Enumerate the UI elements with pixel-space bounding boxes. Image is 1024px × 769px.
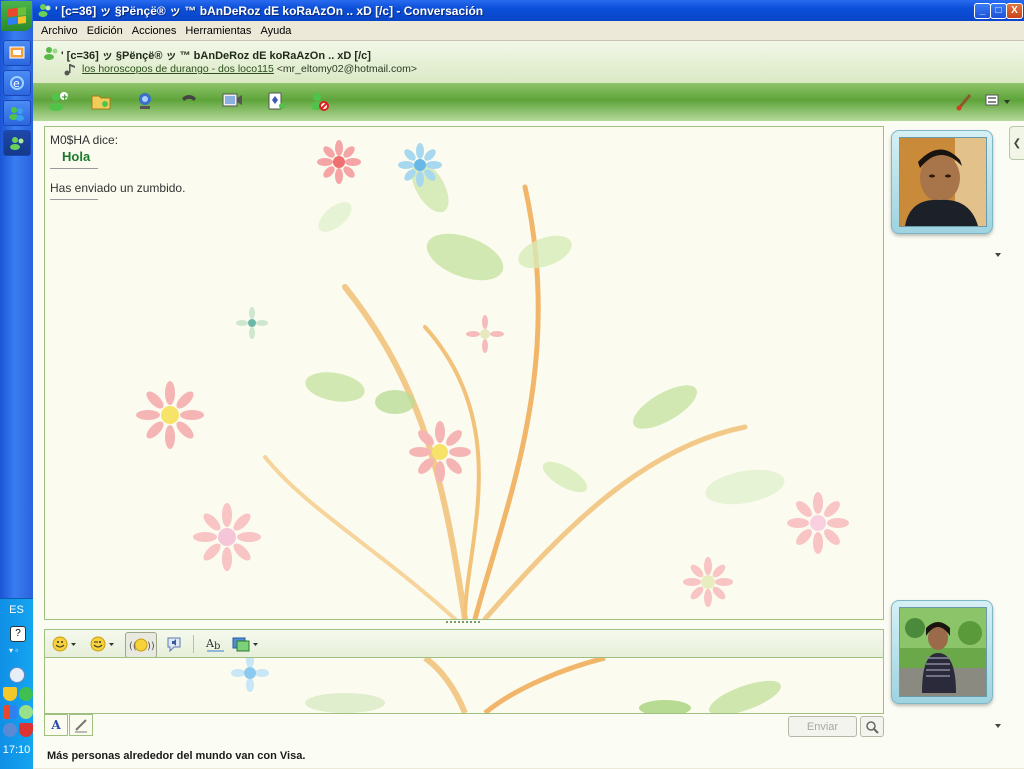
contact-email: <mr_eltomy02@hotmail.com> — [276, 63, 417, 75]
user-avatar-menu-icon[interactable] — [995, 724, 1001, 728]
splitter-handle[interactable] — [446, 621, 480, 623]
chevron-left-icon: ❮ — [1012, 137, 1022, 149]
invite-contact-icon[interactable]: + — [46, 89, 70, 113]
user-photo — [899, 607, 987, 697]
contact-subline: los horoscopos de durango - dos loco115 … — [82, 63, 417, 75]
floral-background — [136, 140, 849, 619]
taskbar-conversation-button[interactable] — [3, 130, 31, 156]
collapse-panel-button[interactable]: ❮ — [1009, 126, 1024, 160]
conversation-window: ' [c=36] ッ §Pënçë® ッ ™ bAnDeRoz dE koRaA… — [33, 0, 1024, 768]
volume-icon[interactable] — [3, 723, 17, 737]
toolbar: + — [33, 83, 1024, 121]
user-avatar[interactable] — [891, 600, 993, 704]
system-tray: ES ? ▾ ▫ 17:10 — [0, 598, 33, 769]
start-button[interactable] — [1, 1, 32, 31]
svg-text:+: + — [61, 93, 69, 103]
contact-status-icon — [44, 47, 58, 60]
menu-herramientas[interactable]: Herramientas — [185, 25, 251, 37]
network-icon[interactable] — [19, 705, 33, 719]
search-button[interactable] — [860, 716, 884, 737]
video-call-icon[interactable] — [133, 89, 157, 113]
messenger-icon — [38, 4, 51, 17]
contact-avatar-menu-icon[interactable] — [995, 253, 1001, 257]
security-shield-icon[interactable] — [3, 687, 17, 701]
games-icon[interactable] — [264, 89, 288, 113]
message-separator — [50, 199, 98, 200]
menu-edicion[interactable]: Edición — [87, 25, 123, 37]
menu-ayuda[interactable]: Ayuda — [260, 25, 291, 37]
system-message: Has enviado un zumbido. — [50, 181, 186, 195]
spellcheck-icon[interactable]: Ab — [203, 632, 227, 656]
personal-message-link[interactable]: los horoscopos de durango - dos loco115 — [82, 63, 274, 75]
wink-icon[interactable] — [89, 632, 117, 656]
send-files-icon[interactable] — [89, 89, 113, 113]
message-item: M0$HA dice: Hola — [50, 133, 118, 169]
voice-clip-icon[interactable] — [163, 632, 187, 656]
taskbar: e ES ? ▾ ▫ 17:10 — [0, 0, 34, 769]
advertisement-link[interactable]: Más personas alrededor del mundo van con… — [47, 750, 305, 762]
windows-logo-icon — [7, 7, 26, 25]
show-hidden-icons-icon[interactable] — [9, 667, 25, 683]
svg-text:e: e — [13, 77, 20, 90]
antivirus-icon[interactable] — [19, 723, 33, 737]
title-bar[interactable]: ' [c=36] ッ §Pënçë® ッ ™ bAnDeRoz dE koRaA… — [33, 0, 1024, 21]
language-indicator[interactable]: ES — [0, 604, 33, 616]
compose-floral-background — [231, 658, 781, 713]
minimize-button[interactable]: _ — [974, 3, 991, 19]
background-icon[interactable] — [231, 632, 261, 656]
window-title: ' [c=36] ッ §Pënçë® ッ ™ bAnDeRoz dE koRaA… — [55, 4, 484, 18]
message-text: Hola — [62, 149, 91, 164]
menu-archivo[interactable]: Archivo — [41, 25, 78, 37]
system-message-item: Has enviado un zumbido. — [50, 181, 185, 200]
menu-acciones[interactable]: Acciones — [132, 25, 177, 37]
message-separator — [50, 168, 98, 169]
tray-collapse-icon[interactable]: ▾ ▫ — [9, 646, 25, 655]
svg-text:b: b — [214, 641, 220, 652]
svg-text:)): )) — [147, 641, 155, 652]
handwriting-icon[interactable] — [69, 714, 93, 736]
toolbar-divider — [193, 635, 194, 653]
block-icon[interactable] — [307, 89, 331, 113]
quick-launch-ie-icon[interactable]: e — [3, 70, 31, 96]
quick-launch-desktop-icon[interactable] — [3, 40, 31, 66]
contact-photo — [899, 137, 987, 227]
quick-launch-messenger-icon[interactable] — [3, 100, 31, 126]
nudge-icon[interactable]: (()) — [125, 632, 157, 658]
font-icon[interactable]: A — [44, 714, 68, 736]
compose-toolbar: (()) Ab — [44, 629, 884, 658]
emoticon-icon[interactable] — [51, 632, 79, 656]
contact-header: ' [c=36] ッ §Pënçë® ッ ™ bAnDeRoz dE koRaA… — [33, 41, 1024, 83]
maximize-button[interactable]: □ — [990, 3, 1007, 19]
contact-name: ' [c=36] ッ §Pënçë® ッ ™ bAnDeRoz dE koRaA… — [61, 50, 371, 62]
music-note-icon — [64, 64, 75, 76]
messenger-tray-icon[interactable] — [19, 687, 33, 701]
format-bar: A — [44, 714, 96, 736]
conversation-history[interactable]: M0$HA dice: Hola Has enviado un zumbido. — [44, 126, 884, 620]
paint-brush-icon[interactable] — [953, 89, 977, 113]
contact-avatar[interactable] — [891, 130, 993, 234]
windows-tray-icon[interactable] — [3, 705, 17, 719]
search-icon — [866, 720, 879, 734]
close-button[interactable]: X — [1006, 3, 1023, 19]
clock[interactable]: 17:10 — [0, 744, 33, 756]
voice-call-icon[interactable] — [177, 89, 201, 113]
message-sender: M0$HA dice: — [50, 133, 119, 147]
help-icon[interactable]: ? — [10, 626, 26, 642]
send-button[interactable]: Enviar — [788, 716, 857, 737]
menu-bar: Archivo Edición Acciones Herramientas Ay… — [33, 21, 1024, 41]
status-bar: Más personas alrededor del mundo van con… — [33, 745, 1024, 768]
message-input[interactable] — [44, 657, 884, 714]
display-options-icon[interactable] — [983, 89, 1013, 113]
activities-icon[interactable] — [220, 89, 244, 113]
